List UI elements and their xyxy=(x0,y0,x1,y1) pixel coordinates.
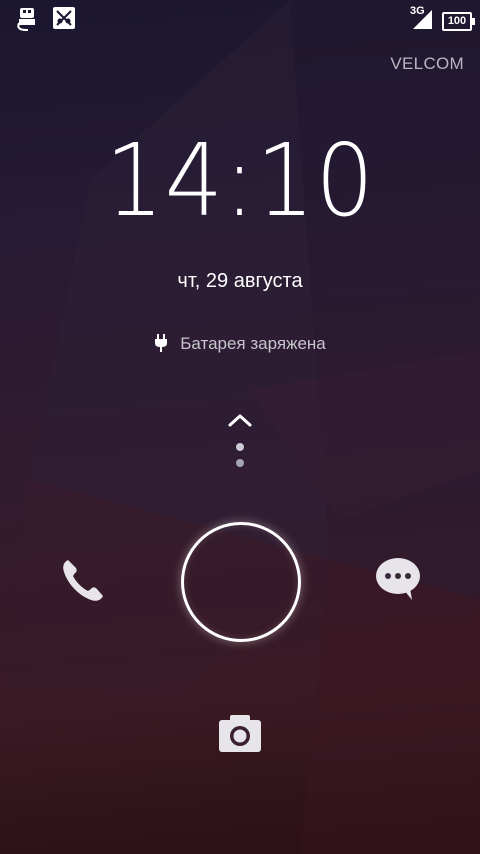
battery-status-text: Батарея заряжена xyxy=(180,334,326,353)
clock: 14:10 xyxy=(105,122,375,239)
carrier-label: VELCOM xyxy=(390,54,464,73)
lockscreen: 3G 100 VELCOM 14:10 чт, 29 августа Батар… xyxy=(0,0,480,854)
usb-connection-icon xyxy=(53,7,75,29)
unlock-hint-dot xyxy=(236,459,244,467)
status-bar: 3G 100 xyxy=(0,0,480,38)
chevron-up-icon[interactable] xyxy=(226,410,254,430)
unlock-ring[interactable] xyxy=(181,522,301,642)
usb-debugging-icon xyxy=(17,8,35,31)
battery-icon: 100 xyxy=(442,12,475,31)
phone-icon[interactable] xyxy=(58,556,108,606)
unlock-hint-dot xyxy=(236,443,244,451)
battery-status: Батарея заряжена xyxy=(0,334,480,354)
battery-level: 100 xyxy=(447,15,467,27)
date: чт, 29 августа xyxy=(177,270,303,292)
camera-icon[interactable] xyxy=(218,713,262,753)
charging-plug-icon xyxy=(155,334,168,352)
messaging-icon[interactable] xyxy=(374,556,422,602)
signal-strength-icon xyxy=(413,10,432,29)
